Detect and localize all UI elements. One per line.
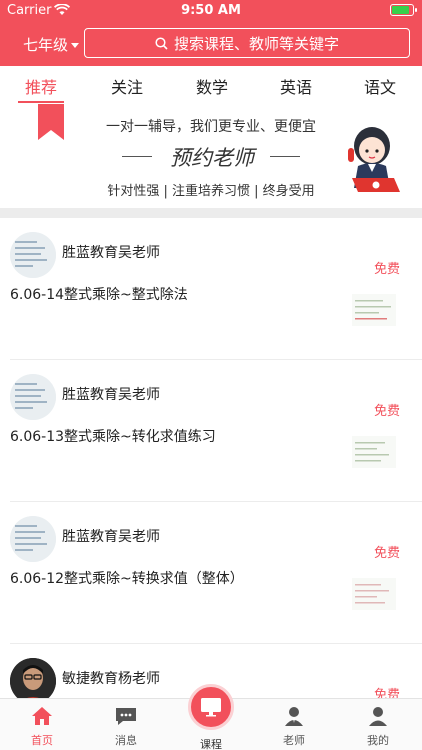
caret-down-icon	[71, 43, 80, 48]
status-time: 9:50 AM	[181, 3, 241, 18]
tab-chinese[interactable]: 语文	[350, 74, 410, 98]
category-tabs: 推荐 关注 数学 英语 语文	[0, 66, 422, 104]
battery-icon	[390, 4, 417, 16]
course-title: 6.06-13整式乘除~转化求值练习	[10, 429, 216, 445]
course-title: 6.06-14整式乘除~整式除法	[10, 287, 188, 303]
teacher-name: 胜蓝教育吴老师	[62, 529, 160, 545]
nav-home[interactable]: 首页	[12, 705, 72, 748]
nav-profile-label: 我的	[367, 734, 389, 747]
home-icon	[32, 707, 52, 725]
promo-banner[interactable]: 一对一辅导，我们更专业、更便宜 预约老师 针对性强 | 注重培养习惯 | 终身受…	[0, 104, 422, 208]
teacher-icon	[285, 707, 303, 726]
nav-home-label: 首页	[31, 734, 53, 747]
profile-icon	[369, 707, 387, 726]
nav-profile[interactable]: 我的	[348, 705, 408, 748]
grade-selector[interactable]: 七年级	[23, 34, 80, 55]
tab-follow[interactable]: 关注	[97, 74, 157, 98]
nav-messages[interactable]: 消息	[96, 705, 156, 748]
teacher-name: 胜蓝教育吴老师	[62, 387, 160, 403]
search-placeholder: 搜索课程、教师等关键字	[173, 34, 339, 53]
price-badge: 免费	[373, 262, 400, 277]
book-teacher-cta[interactable]: 预约老师	[120, 142, 304, 172]
search-box[interactable]: 搜索课程、教师等关键字	[84, 28, 410, 58]
tab-recommend[interactable]: 推荐	[11, 74, 71, 98]
nav-teachers-label: 老师	[283, 734, 305, 747]
nav-teachers[interactable]: 老师	[264, 705, 324, 748]
avatar	[10, 374, 56, 420]
course-thumbnail	[352, 436, 396, 468]
status-bar: Carrier 9:50 AM	[0, 0, 422, 22]
section-divider	[0, 208, 422, 218]
price-badge: 免费	[373, 546, 400, 561]
top-header: 七年级 搜索课程、教师等关键字	[0, 22, 422, 66]
message-icon	[116, 708, 136, 725]
course-item[interactable]: 胜蓝教育吴老师 免费 6.06-12整式乘除~转换求值（整体）	[0, 502, 422, 644]
course-item[interactable]: 胜蓝教育吴老师 免费 6.06-13整式乘除~转化求值练习	[0, 360, 422, 502]
avatar	[10, 516, 56, 562]
course-icon	[201, 698, 221, 717]
nav-courses-label: 课程	[200, 738, 222, 750]
search-icon	[155, 36, 168, 50]
nav-courses-button[interactable]	[188, 684, 234, 730]
avatar	[10, 232, 56, 278]
tab-math[interactable]: 数学	[182, 74, 242, 98]
course-thumbnail	[352, 578, 396, 610]
price-badge: 免费	[373, 404, 400, 419]
course-title: 6.06-12整式乘除~转换求值（整体）	[10, 571, 244, 587]
active-tab-indicator	[18, 101, 64, 103]
course-thumbnail	[352, 294, 396, 326]
grade-label: 七年级	[23, 36, 69, 54]
teacher-illustration-icon	[348, 127, 400, 192]
nav-messages-label: 消息	[115, 734, 137, 747]
banner-dash-right	[270, 156, 300, 157]
course-item[interactable]: 胜蓝教育吴老师 免费 6.06-14整式乘除~整式除法	[0, 218, 422, 360]
tab-english[interactable]: 英语	[266, 74, 326, 98]
teacher-name: 胜蓝教育吴老师	[62, 245, 160, 261]
teacher-name: 敏捷教育杨老师	[62, 671, 160, 687]
